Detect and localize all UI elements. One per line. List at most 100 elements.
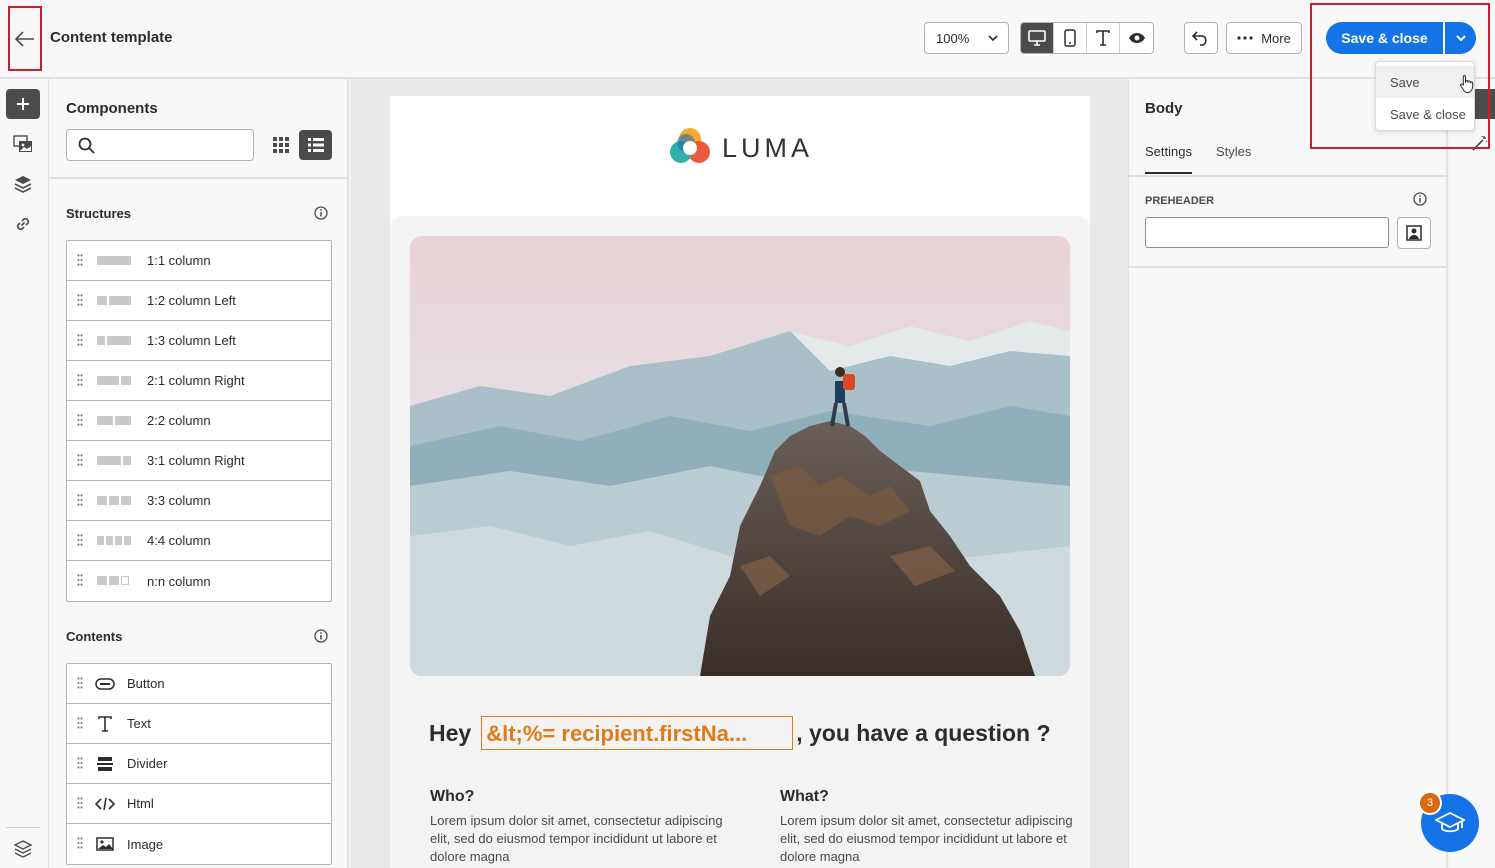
text-icon bbox=[95, 715, 115, 733]
notification-badge: 3 bbox=[1418, 791, 1442, 815]
drag-handle-icon bbox=[77, 837, 83, 849]
undo-button[interactable] bbox=[1184, 22, 1218, 54]
drag-handle-icon bbox=[77, 414, 83, 426]
tab-styles[interactable]: Styles bbox=[1216, 144, 1251, 174]
preview-button[interactable] bbox=[1120, 23, 1153, 53]
chevron-down-icon bbox=[988, 35, 998, 42]
search-input[interactable] bbox=[66, 129, 254, 161]
structure-item[interactable]: 1:2 column Left bbox=[67, 281, 331, 321]
rail-guide-button[interactable] bbox=[6, 834, 40, 864]
grid-view-button[interactable] bbox=[266, 130, 296, 160]
drag-handle-icon bbox=[77, 294, 83, 306]
content-item-text[interactable]: Text bbox=[67, 704, 331, 744]
search-icon bbox=[78, 137, 95, 154]
structures-list: 1:1 column 1:2 column Left 1:3 column Le… bbox=[66, 240, 332, 602]
structure-item[interactable]: 3:3 column bbox=[67, 481, 331, 521]
top-bar: Content template 100% More Save & close bbox=[0, 0, 1495, 79]
view-mode-group bbox=[1020, 22, 1154, 54]
email-headline[interactable]: Hey &lt;%= recipient.firstNa... , you ha… bbox=[429, 716, 1051, 750]
more-button[interactable]: More bbox=[1226, 22, 1302, 54]
page-title: Content template bbox=[50, 29, 173, 46]
structure-item[interactable]: 1:1 column bbox=[67, 241, 331, 281]
desktop-view-button[interactable] bbox=[1021, 23, 1054, 53]
desktop-icon bbox=[1028, 30, 1046, 46]
contents-list: Button Text Divider Html Image bbox=[66, 663, 332, 865]
drag-handle-icon bbox=[77, 494, 83, 506]
drag-handle-icon bbox=[77, 574, 83, 586]
rail-links-button[interactable] bbox=[6, 209, 40, 239]
column-layout-icon bbox=[97, 576, 131, 586]
zoom-select[interactable]: 100% bbox=[924, 22, 1009, 54]
personalization-token[interactable]: &lt;%= recipient.firstNa... bbox=[481, 716, 794, 750]
structure-label: 2:1 column Right bbox=[147, 373, 245, 388]
structure-label: 2:2 column bbox=[147, 413, 211, 428]
rail-components-button[interactable] bbox=[6, 89, 40, 119]
grid-icon bbox=[273, 137, 289, 153]
structure-item[interactable]: 1:3 column Left bbox=[67, 321, 331, 361]
layers-icon bbox=[14, 176, 32, 193]
structure-item[interactable]: 4:4 column bbox=[67, 521, 331, 561]
tab-settings[interactable]: Settings bbox=[1145, 144, 1192, 174]
hand-cursor-icon bbox=[1460, 75, 1474, 93]
info-icon[interactable] bbox=[1413, 192, 1427, 206]
components-panel: Components Structures 1:1 column 1:2 col… bbox=[50, 79, 349, 868]
mobile-view-button[interactable] bbox=[1054, 23, 1087, 53]
rail-layers-button[interactable] bbox=[6, 169, 40, 199]
column-layout-icon bbox=[97, 456, 131, 466]
drag-handle-icon bbox=[77, 677, 83, 689]
content-label: Divider bbox=[127, 756, 168, 771]
structure-item[interactable]: 3:1 column Right bbox=[67, 441, 331, 481]
hero-image[interactable] bbox=[410, 236, 1070, 676]
structure-label: 1:1 column bbox=[147, 253, 211, 268]
undo-icon bbox=[1192, 31, 1207, 46]
contents-title: Contents bbox=[66, 629, 123, 644]
text-icon bbox=[1096, 30, 1110, 46]
info-icon[interactable] bbox=[314, 206, 328, 220]
drag-handle-icon bbox=[77, 374, 83, 386]
rail-assets-button[interactable] bbox=[6, 129, 40, 159]
who-column[interactable]: Who? Lorem ipsum dolor sit amet, consect… bbox=[430, 788, 730, 866]
content-item-html[interactable]: Html bbox=[67, 784, 331, 824]
drag-handle-icon bbox=[77, 334, 83, 346]
structure-item[interactable]: 2:1 column Right bbox=[67, 361, 331, 401]
properties-tabs: Settings Styles bbox=[1145, 144, 1251, 174]
headline-question: , you have a question ? bbox=[796, 719, 1051, 746]
column-layout-icon bbox=[97, 296, 131, 306]
structure-item[interactable]: 2:2 column bbox=[67, 401, 331, 441]
ellipsis-icon bbox=[1237, 36, 1253, 40]
content-item-divider[interactable]: Divider bbox=[67, 744, 331, 784]
button-icon bbox=[95, 675, 115, 693]
link-icon bbox=[16, 217, 30, 231]
text-view-button[interactable] bbox=[1087, 23, 1120, 53]
left-rail bbox=[0, 79, 49, 868]
column-layout-icon bbox=[97, 376, 131, 386]
preheader-input[interactable] bbox=[1145, 217, 1389, 248]
drag-handle-icon bbox=[77, 534, 83, 546]
drag-handle-icon bbox=[77, 454, 83, 466]
assets-icon bbox=[13, 135, 32, 152]
plus-icon bbox=[17, 98, 29, 110]
content-label: Button bbox=[127, 676, 165, 691]
properties-title: Body bbox=[1145, 100, 1183, 117]
structure-label: 1:2 column Left bbox=[147, 293, 236, 308]
what-title: What? bbox=[780, 788, 829, 805]
rail-divider bbox=[6, 827, 40, 828]
structure-item[interactable]: n:n column bbox=[67, 561, 331, 601]
back-button[interactable] bbox=[8, 6, 42, 71]
email-body[interactable]: LUMA Hey &lt;%= recipient.firstNa... , y… bbox=[390, 96, 1090, 868]
structure-label: n:n column bbox=[147, 573, 211, 589]
more-label: More bbox=[1261, 30, 1291, 46]
column-layout-icon bbox=[97, 536, 131, 546]
email-canvas: LUMA Hey &lt;%= recipient.firstNa... , y… bbox=[351, 79, 1128, 868]
content-item-image[interactable]: Image bbox=[67, 824, 331, 864]
what-column[interactable]: What? Lorem ipsum dolor sit amet, consec… bbox=[780, 788, 1080, 866]
column-layout-icon bbox=[97, 336, 131, 346]
brand-logo: LUMA bbox=[668, 126, 813, 170]
content-item-button[interactable]: Button bbox=[67, 664, 331, 704]
info-icon[interactable] bbox=[314, 629, 328, 643]
list-view-button[interactable] bbox=[299, 130, 332, 160]
zoom-value: 100% bbox=[936, 30, 970, 46]
column-layout-icon bbox=[97, 416, 131, 426]
what-text: Lorem ipsum dolor sit amet, consectetur … bbox=[780, 813, 1073, 864]
personalization-button[interactable] bbox=[1397, 217, 1431, 249]
